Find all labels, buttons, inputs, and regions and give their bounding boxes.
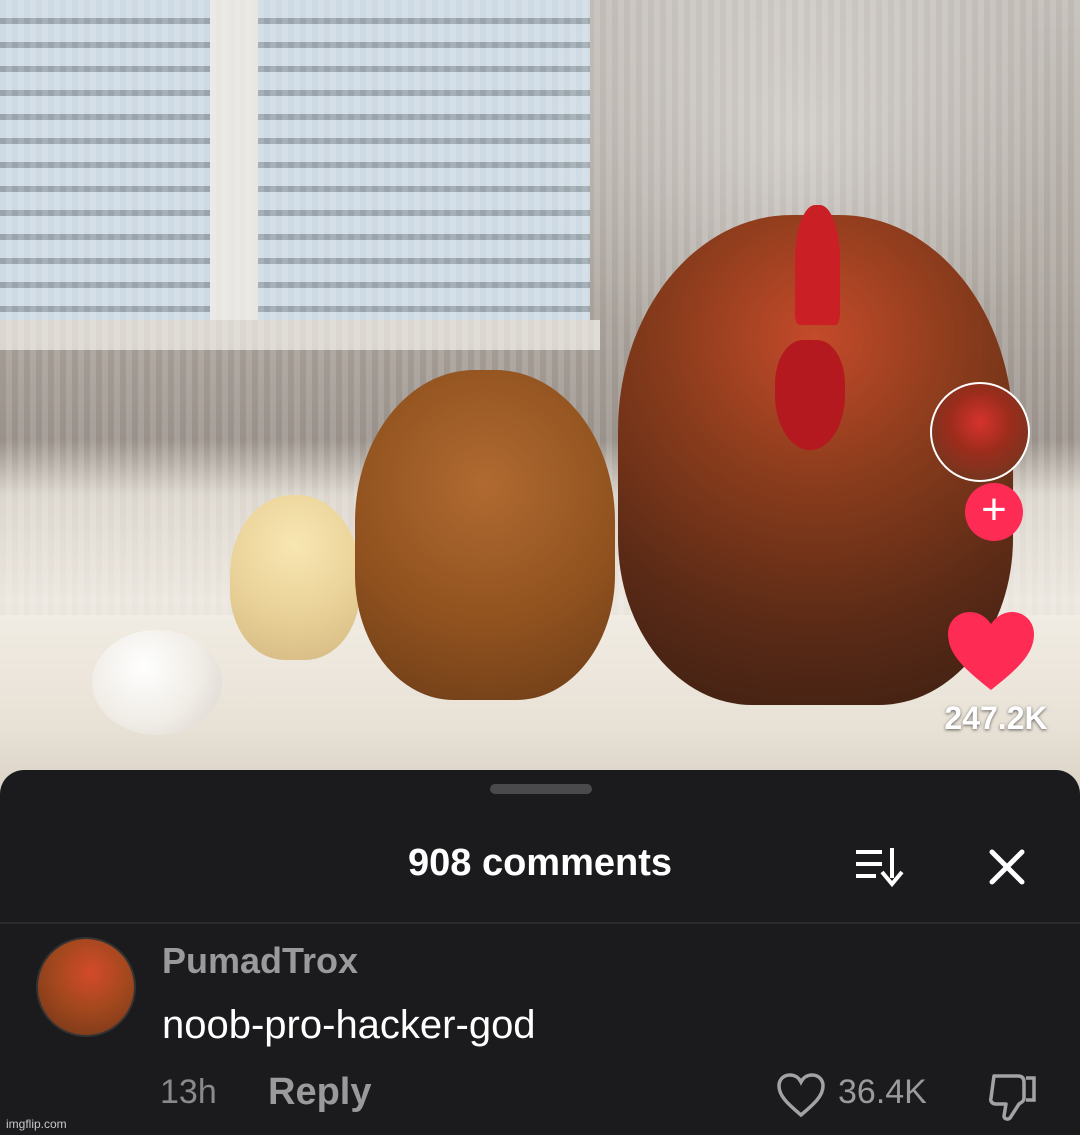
divider — [0, 922, 1080, 924]
drag-handle[interactable] — [490, 784, 592, 794]
comment-text: noob-pro-hacker-god — [162, 1003, 536, 1047]
comments-title: 908 comments — [407, 842, 672, 884]
comment-time: 13h — [160, 1073, 217, 1111]
rooster-wattle — [775, 340, 845, 450]
heart-outline-icon[interactable] — [776, 1072, 826, 1118]
hen — [355, 370, 615, 700]
video-like-count: 247.2K — [944, 700, 1048, 736]
close-icon[interactable] — [982, 842, 1032, 892]
sort-icon[interactable] — [852, 844, 912, 888]
chick — [230, 495, 360, 660]
like-heart-icon[interactable] — [946, 610, 1036, 692]
watermark-text: imgflip.com — [6, 1117, 67, 1131]
egg — [92, 630, 222, 735]
comments-sheet: 908 comments PumadTrox noob-pro-hacker-g… — [0, 770, 1080, 1135]
plus-icon: + — [981, 485, 1007, 534]
video-frame[interactable]: + 247.2K — [0, 0, 1080, 800]
thumbs-down-icon[interactable] — [986, 1068, 1040, 1122]
comment-like-count: 36.4K — [838, 1073, 927, 1111]
creator-avatar[interactable] — [930, 382, 1030, 482]
comment-username[interactable]: PumadTrox — [162, 940, 358, 982]
follow-button[interactable]: + — [965, 483, 1023, 541]
comment-item: PumadTrox noob-pro-hacker-god 13h Reply … — [0, 928, 1080, 1135]
commenter-avatar[interactable] — [36, 937, 136, 1037]
reply-button[interactable]: Reply — [268, 1071, 371, 1114]
rooster-comb — [795, 205, 840, 325]
